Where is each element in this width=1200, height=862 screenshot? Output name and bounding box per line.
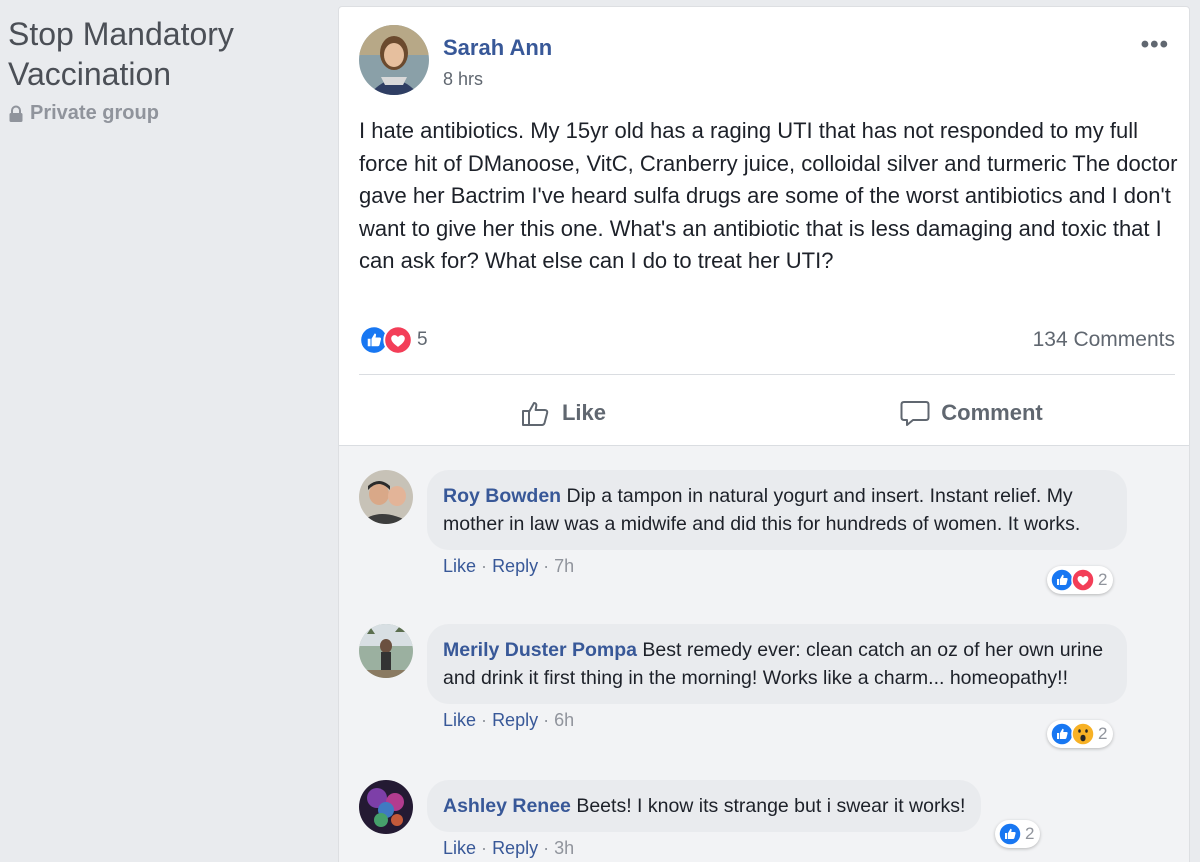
- post-reactions-row: 5 134 Comments: [359, 325, 1175, 355]
- separator-dot: ·: [543, 710, 550, 730]
- love-icon: [383, 325, 413, 355]
- comment-meta: Like · Reply · 6h: [443, 710, 1127, 731]
- comment-reaction-count: 2: [1025, 824, 1035, 843]
- comment-bubble: Roy Bowden Dip a tampon in natural yogur…: [427, 470, 1127, 550]
- group-header: Stop Mandatory Vaccination Private group: [8, 14, 318, 125]
- group-title[interactable]: Stop Mandatory Vaccination: [8, 14, 318, 94]
- comment-time[interactable]: 3h: [554, 838, 574, 858]
- divider: [359, 374, 1175, 375]
- commenter-avatar[interactable]: [359, 470, 413, 524]
- separator-dot: ·: [481, 556, 488, 576]
- comment-meta: Like · Reply · 3h: [443, 838, 1067, 859]
- comment-reactions[interactable]: 2: [995, 820, 1041, 848]
- comment-text: Beets! I know its strange but i swear it…: [576, 795, 966, 817]
- like-button-label: Like: [561, 400, 607, 425]
- separator-dot: ·: [543, 556, 550, 576]
- group-privacy: Private group: [8, 102, 318, 125]
- more-options-icon[interactable]: •••: [1141, 31, 1169, 59]
- post-actions: Like Comment: [359, 387, 1175, 439]
- comment-reply-link[interactable]: Reply: [492, 710, 538, 730]
- comment-reactions[interactable]: 2: [1047, 720, 1114, 748]
- comments-count-link[interactable]: 134 Comments: [1033, 328, 1175, 352]
- separator-dot: ·: [481, 710, 488, 730]
- comment-reactions[interactable]: 2: [1047, 566, 1114, 594]
- commenter-avatar[interactable]: [359, 624, 413, 678]
- separator-dot: ·: [543, 838, 550, 858]
- love-icon: [1071, 568, 1095, 592]
- comment-bubble: Ashley Renee Beets! I know its strange b…: [427, 780, 982, 832]
- comments-section: Roy Bowden Dip a tampon in natural yogur…: [339, 446, 1189, 862]
- comment-meta: Like · Reply · 7h: [443, 556, 1127, 577]
- comment-button[interactable]: Comment: [767, 387, 1175, 439]
- post-reaction-count: 5: [417, 329, 428, 350]
- comment-reply-link[interactable]: Reply: [492, 838, 538, 858]
- comment-like-link[interactable]: Like: [443, 838, 476, 858]
- comment-time[interactable]: 7h: [554, 556, 574, 576]
- comment-reaction-count: 2: [1098, 724, 1108, 743]
- post-header: Sarah Ann 8 hrs: [359, 25, 552, 95]
- commenter-name[interactable]: Merily Duster Pompa: [443, 639, 637, 661]
- post-card: Sarah Ann 8 hrs ••• I hate antibiotics. …: [338, 6, 1190, 862]
- post-reactions[interactable]: 5: [359, 325, 428, 355]
- author-avatar[interactable]: [359, 25, 429, 95]
- post-text: I hate antibiotics. My 15yr old has a ra…: [359, 118, 1178, 273]
- comment-reply-link[interactable]: Reply: [492, 556, 538, 576]
- comment-time[interactable]: 6h: [554, 710, 574, 730]
- comment-like-link[interactable]: Like: [443, 710, 476, 730]
- separator-dot: ·: [481, 838, 488, 858]
- post-author-name[interactable]: Sarah Ann: [443, 35, 552, 61]
- like-icon: [998, 822, 1022, 846]
- comment-reaction-count: 2: [1098, 570, 1108, 589]
- comment-button-label: Comment: [941, 400, 1043, 425]
- comment-item: Merily Duster Pompa Best remedy ever: cl…: [359, 624, 1127, 748]
- commenter-avatar[interactable]: [359, 780, 413, 834]
- comment-bubble: Merily Duster Pompa Best remedy ever: cl…: [427, 624, 1127, 704]
- thumbs-up-icon: [521, 402, 549, 426]
- comment-icon: [900, 401, 930, 426]
- commenter-name[interactable]: Ashley Renee: [443, 795, 571, 817]
- comment-item: Roy Bowden Dip a tampon in natural yogur…: [359, 470, 1127, 594]
- wow-icon: [1071, 722, 1095, 746]
- comment-like-link[interactable]: Like: [443, 556, 476, 576]
- like-button[interactable]: Like: [359, 387, 767, 439]
- lock-icon: [9, 105, 23, 122]
- post-timestamp[interactable]: 8 hrs: [443, 69, 552, 90]
- commenter-name[interactable]: Roy Bowden: [443, 485, 561, 507]
- privacy-label: Private group: [30, 102, 159, 124]
- comment-item: Ashley Renee Beets! I know its strange b…: [359, 780, 1067, 859]
